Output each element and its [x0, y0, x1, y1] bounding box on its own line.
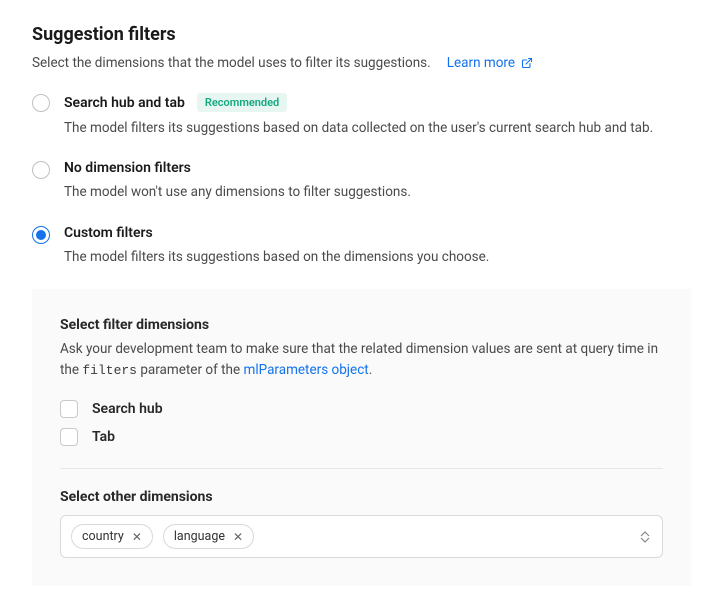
filter-option-custom[interactable]: Custom filters The model filters its sug…	[32, 225, 691, 267]
page-title: Suggestion filters	[32, 24, 691, 45]
tag-remove-icon[interactable]: ✕	[233, 531, 243, 543]
recommended-badge: Recommended	[197, 93, 287, 112]
option-desc: The model filters its suggestions based …	[64, 118, 691, 138]
learn-more-label: Learn more	[447, 55, 515, 71]
subtitle-text: Select the dimensions that the model use…	[32, 55, 431, 71]
option-desc: The model won't use any dimensions to fi…	[64, 182, 691, 202]
radio-unselected[interactable]	[32, 94, 50, 112]
option-label: No dimension filters	[64, 160, 191, 176]
checkbox-unchecked[interactable]	[60, 400, 78, 418]
dimension-tag-language[interactable]: language ✕	[163, 524, 254, 549]
panel-heading-dimensions: Select filter dimensions	[60, 317, 663, 333]
panel-heading-other: Select other dimensions	[60, 489, 663, 505]
option-body: No dimension filters The model won't use…	[64, 160, 691, 202]
checkbox-label: Tab	[92, 429, 115, 445]
panel-desc: Ask your development team to make sure t…	[60, 339, 663, 382]
select-chevron-icon[interactable]	[638, 529, 652, 545]
tag-remove-icon[interactable]: ✕	[132, 531, 142, 543]
filter-option-no-dimension[interactable]: No dimension filters The model won't use…	[32, 160, 691, 202]
checkbox-row-search-hub[interactable]: Search hub	[60, 400, 663, 418]
external-link-icon	[521, 57, 533, 69]
panel-desc-part: parameter of the	[137, 362, 244, 378]
custom-filters-panel: Select filter dimensions Ask your develo…	[32, 289, 691, 586]
option-label: Search hub and tab	[64, 95, 185, 111]
learn-more-link[interactable]: Learn more	[447, 55, 533, 71]
radio-selected[interactable]	[32, 226, 50, 244]
radio-unselected[interactable]	[32, 161, 50, 179]
option-desc: The model filters its suggestions based …	[64, 247, 691, 267]
panel-desc-part: .	[369, 362, 373, 378]
option-body: Search hub and tab Recommended The model…	[64, 93, 691, 138]
subtitle-row: Select the dimensions that the model use…	[32, 55, 691, 71]
filters-code: filters	[82, 363, 137, 378]
dimension-tag-country[interactable]: country ✕	[71, 524, 153, 549]
filter-option-search-hub-tab[interactable]: Search hub and tab Recommended The model…	[32, 93, 691, 138]
mlparameters-link[interactable]: mlParameters object	[244, 360, 369, 382]
checkbox-row-tab[interactable]: Tab	[60, 428, 663, 446]
divider	[60, 468, 663, 469]
option-body: Custom filters The model filters its sug…	[64, 225, 691, 267]
tag-label: language	[174, 529, 225, 544]
other-dimensions-select[interactable]: country ✕ language ✕	[60, 515, 663, 558]
tag-label: country	[82, 529, 124, 544]
checkbox-unchecked[interactable]	[60, 428, 78, 446]
option-label: Custom filters	[64, 225, 153, 241]
checkbox-label: Search hub	[92, 401, 163, 417]
